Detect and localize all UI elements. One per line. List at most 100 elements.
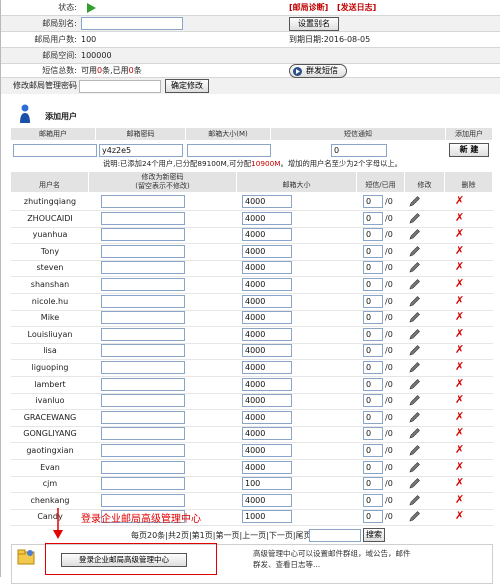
delete-icon[interactable]: ✗ — [455, 195, 464, 207]
sms-field[interactable] — [363, 427, 383, 440]
new-password-field[interactable] — [101, 311, 185, 324]
delete-icon[interactable]: ✗ — [455, 278, 464, 290]
edit-pencil-icon[interactable] — [409, 510, 421, 522]
delete-icon[interactable]: ✗ — [455, 411, 464, 423]
size-field[interactable] — [242, 494, 292, 507]
new-password-field[interactable] — [101, 394, 185, 407]
sms-field[interactable] — [363, 311, 383, 324]
delete-icon[interactable]: ✗ — [455, 461, 464, 473]
diagnose-link[interactable]: [邮局诊断] — [289, 0, 328, 16]
new-password-field[interactable] — [101, 228, 185, 241]
size-field[interactable] — [242, 394, 292, 407]
size-field[interactable] — [242, 344, 292, 357]
delete-icon[interactable]: ✗ — [455, 245, 464, 257]
size-field[interactable] — [242, 245, 292, 258]
admin-center-button[interactable]: 登录企业邮局高级管理中心 — [61, 553, 187, 567]
sms-field[interactable] — [363, 378, 383, 391]
sms-field[interactable] — [363, 295, 383, 308]
new-sms-input[interactable] — [331, 144, 387, 157]
new-password-field[interactable] — [101, 295, 185, 308]
edit-pencil-icon[interactable] — [409, 328, 421, 340]
new-password-field[interactable] — [101, 195, 185, 208]
edit-pencil-icon[interactable] — [409, 344, 421, 356]
sms-field[interactable] — [363, 261, 383, 274]
delete-icon[interactable]: ✗ — [455, 378, 464, 390]
size-field[interactable] — [242, 278, 292, 291]
new-password-field[interactable] — [101, 427, 185, 440]
sms-field[interactable] — [363, 444, 383, 457]
edit-pencil-icon[interactable] — [409, 228, 421, 240]
delete-icon[interactable]: ✗ — [455, 344, 464, 356]
size-field[interactable] — [242, 461, 292, 474]
edit-pencil-icon[interactable] — [409, 427, 421, 439]
size-field[interactable] — [242, 510, 292, 523]
new-password-field[interactable] — [101, 212, 185, 225]
delete-icon[interactable]: ✗ — [455, 444, 464, 456]
size-field[interactable] — [242, 311, 292, 324]
edit-pencil-icon[interactable] — [409, 378, 421, 390]
delete-icon[interactable]: ✗ — [455, 228, 464, 240]
new-password-field[interactable] — [101, 461, 185, 474]
new-password-field[interactable] — [101, 477, 185, 490]
edit-pencil-icon[interactable] — [409, 444, 421, 456]
sms-field[interactable] — [363, 212, 383, 225]
sms-field[interactable] — [363, 278, 383, 291]
new-password-field[interactable] — [101, 361, 185, 374]
new-password-input[interactable] — [99, 144, 183, 157]
delete-icon[interactable]: ✗ — [455, 510, 464, 522]
admin-password-input[interactable] — [79, 80, 161, 93]
edit-pencil-icon[interactable] — [409, 295, 421, 307]
delete-icon[interactable]: ✗ — [455, 494, 464, 506]
new-password-field[interactable] — [101, 411, 185, 424]
edit-pencil-icon[interactable] — [409, 311, 421, 323]
size-field[interactable] — [242, 378, 292, 391]
new-password-field[interactable] — [101, 378, 185, 391]
size-field[interactable] — [242, 212, 292, 225]
edit-pencil-icon[interactable] — [409, 477, 421, 489]
confirm-password-button[interactable]: 确定修改 — [165, 79, 209, 93]
sms-field[interactable] — [363, 494, 383, 507]
delete-icon[interactable]: ✗ — [455, 295, 464, 307]
play-icon[interactable] — [87, 3, 96, 13]
size-field[interactable] — [242, 427, 292, 440]
sms-field[interactable] — [363, 361, 383, 374]
size-field[interactable] — [242, 195, 292, 208]
new-password-field[interactable] — [101, 328, 185, 341]
search-username-input[interactable] — [309, 529, 361, 542]
delete-icon[interactable]: ✗ — [455, 311, 464, 323]
edit-pencil-icon[interactable] — [409, 278, 421, 290]
edit-pencil-icon[interactable] — [409, 261, 421, 273]
sms-field[interactable] — [363, 228, 383, 241]
sms-field[interactable] — [363, 411, 383, 424]
new-password-field[interactable] — [101, 344, 185, 357]
sms-field[interactable] — [363, 394, 383, 407]
size-field[interactable] — [242, 295, 292, 308]
edit-pencil-icon[interactable] — [409, 461, 421, 473]
sms-field[interactable] — [363, 344, 383, 357]
size-field[interactable] — [242, 444, 292, 457]
delete-icon[interactable]: ✗ — [455, 427, 464, 439]
sms-field[interactable] — [363, 195, 383, 208]
new-size-input[interactable] — [187, 144, 271, 157]
new-password-field[interactable] — [101, 261, 185, 274]
size-field[interactable] — [242, 477, 292, 490]
delete-icon[interactable]: ✗ — [455, 361, 464, 373]
sms-field[interactable] — [363, 477, 383, 490]
edit-pencil-icon[interactable] — [409, 411, 421, 423]
delete-icon[interactable]: ✗ — [455, 261, 464, 273]
delete-icon[interactable]: ✗ — [455, 394, 464, 406]
set-alias-button[interactable]: 设置别名 — [289, 17, 339, 31]
size-field[interactable] — [242, 361, 292, 374]
new-password-field[interactable] — [101, 245, 185, 258]
create-user-button[interactable]: 新 建 — [449, 143, 489, 157]
edit-pencil-icon[interactable] — [409, 212, 421, 224]
delete-icon[interactable]: ✗ — [455, 477, 464, 489]
sms-field[interactable] — [363, 245, 383, 258]
search-button[interactable]: 搜索 — [363, 528, 385, 542]
new-password-field[interactable] — [101, 278, 185, 291]
new-user-input[interactable] — [13, 144, 97, 157]
delete-icon[interactable]: ✗ — [455, 328, 464, 340]
sms-field[interactable] — [363, 328, 383, 341]
edit-pencil-icon[interactable] — [409, 245, 421, 257]
new-password-field[interactable] — [101, 444, 185, 457]
